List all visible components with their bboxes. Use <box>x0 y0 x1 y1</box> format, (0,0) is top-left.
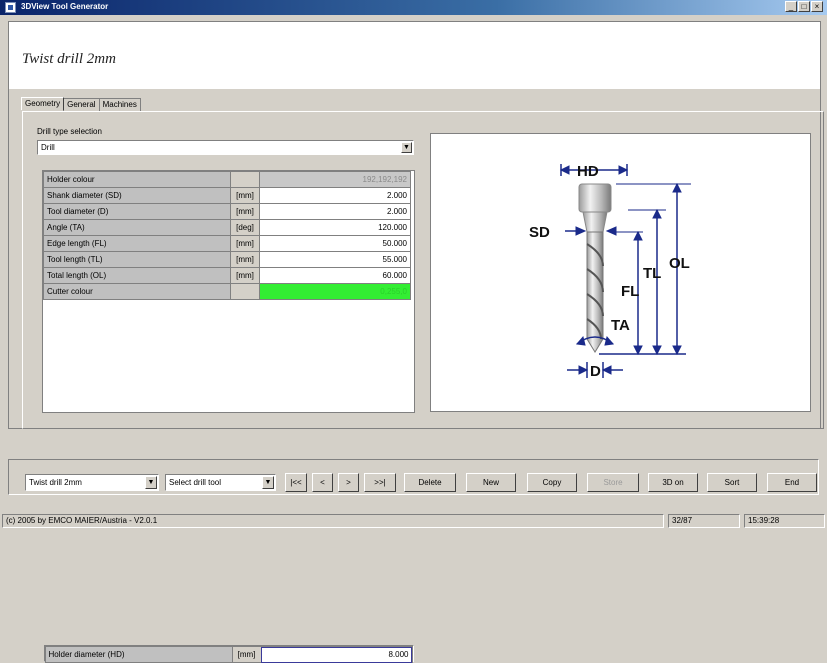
record-counter: 32/87 <box>668 514 740 528</box>
param-value-field[interactable]: 120.000 <box>259 219 411 236</box>
param-value-field[interactable]: 2.000 <box>259 203 411 220</box>
table-row[interactable]: Tool length (TL) [mm] 55.000 <box>43 251 411 268</box>
chevron-down-icon[interactable]: ▼ <box>145 476 157 489</box>
chevron-down-icon[interactable]: ▼ <box>401 142 412 153</box>
param-value-field: 192,192,192 <box>259 171 411 188</box>
label-ta: TA <box>611 317 630 334</box>
param-name: Angle (TA) <box>43 219 231 236</box>
table-row[interactable]: Edge length (FL) [mm] 50.000 <box>43 235 411 252</box>
param-unit: [mm] <box>230 251 260 268</box>
window-controls: _ □ × <box>785 1 823 12</box>
drill-holder <box>578 183 612 213</box>
label-d: D <box>590 363 601 380</box>
param-unit: [mm] <box>231 646 262 663</box>
last-record-button[interactable]: >>| <box>364 473 396 492</box>
copy-button[interactable]: Copy <box>527 473 577 492</box>
param-unit: [deg] <box>230 219 260 236</box>
param-name: Holder diameter (HD) <box>44 646 233 663</box>
end-button[interactable]: End <box>767 473 817 492</box>
drill-tool-select-value: Select drill tool <box>169 478 222 487</box>
param-name: Total length (OL) <box>43 267 231 284</box>
parameter-grid: Holder diameter (HD) [mm] 8.000 Holder colo… <box>42 170 415 663</box>
label-fl: FL <box>621 283 639 300</box>
label-ol: OL <box>669 255 690 272</box>
delete-button[interactable]: Delete <box>404 473 456 492</box>
window-title: 3DView Tool Generator <box>21 2 109 11</box>
param-unit: [mm] <box>230 187 260 204</box>
tab-general[interactable]: General <box>63 98 100 111</box>
param-name: Edge length (FL) <box>43 235 231 252</box>
label-hd: HD <box>577 163 599 180</box>
store-button[interactable]: Store <box>587 473 639 492</box>
app-icon[interactable] <box>5 2 16 13</box>
status-bar: (c) 2005 by EMCO MAIER/Austria - V2.0.1 … <box>0 512 827 530</box>
param-unit <box>230 171 260 188</box>
param-value-field[interactable]: 60.000 <box>259 267 411 284</box>
tool-diagram: HD SD TL OL FL TA D <box>430 133 811 412</box>
drill-type-label: Drill type selection <box>37 127 102 136</box>
table-row[interactable]: Shank diameter (SD) [mm] 2.000 <box>43 187 411 204</box>
drill-type-value: Drill <box>41 143 55 152</box>
table-row[interactable]: Holder diameter (HD) [mm] 8.000 <box>43 645 414 663</box>
tool-title: Twist drill 2mm <box>22 51 116 67</box>
copyright-text: (c) 2005 by EMCO MAIER/Austria - V2.0.1 <box>2 514 664 528</box>
param-value-field[interactable]: 8.000 <box>260 646 413 663</box>
first-record-button[interactable]: |<< <box>285 473 307 492</box>
table-row[interactable]: Total length (OL) [mm] 60.000 <box>43 267 411 284</box>
tool-select-value: Twist drill 2mm <box>29 478 82 487</box>
header-area: Twist drill 2mm <box>9 22 820 89</box>
param-name: Shank diameter (SD) <box>43 187 231 204</box>
sort-button[interactable]: Sort <box>707 473 757 492</box>
drill-diagram-svg: HD SD TL OL FL TA D <box>529 163 691 380</box>
param-unit <box>230 283 260 300</box>
param-name: Tool diameter (D) <box>43 203 231 220</box>
3d-view-button[interactable]: 3D on <box>648 473 698 492</box>
drill-type-select[interactable]: Drill ▼ <box>37 140 414 155</box>
tool-select[interactable]: Twist drill 2mm ▼ <box>25 474 159 491</box>
chevron-down-icon[interactable]: ▼ <box>262 476 274 489</box>
drill-tool-select[interactable]: Select drill tool ▼ <box>165 474 276 491</box>
param-value-field[interactable]: 50.000 <box>259 235 411 252</box>
table-row[interactable]: Tool diameter (D) [mm] 2.000 <box>43 203 411 220</box>
param-value-field[interactable]: 2.000 <box>259 187 411 204</box>
prev-record-button[interactable]: < <box>312 473 333 492</box>
param-unit: [mm] <box>230 267 260 284</box>
param-name: Cutter colour <box>43 283 231 300</box>
param-value-field[interactable]: 0,255,0 <box>259 283 411 300</box>
param-name: Tool length (TL) <box>43 251 231 268</box>
close-button[interactable]: × <box>811 1 823 12</box>
minimize-button[interactable]: _ <box>785 1 797 12</box>
tab-bar: Geometry General Machines <box>21 97 141 111</box>
title-bar: 3DView Tool Generator _ □ × <box>0 0 827 15</box>
param-unit: [mm] <box>230 235 260 252</box>
table-row[interactable]: Angle (TA) [deg] 120.000 <box>43 219 411 236</box>
tab-geometry[interactable]: Geometry <box>21 97 65 110</box>
label-sd: SD <box>529 224 550 241</box>
new-button[interactable]: New <box>466 473 516 492</box>
next-record-button[interactable]: > <box>338 473 359 492</box>
drill-shank <box>582 211 608 233</box>
label-tl: TL <box>643 265 661 282</box>
maximize-button[interactable]: □ <box>798 1 810 12</box>
clock: 15:39:28 <box>744 514 825 528</box>
param-unit: [mm] <box>230 203 260 220</box>
table-row[interactable]: Cutter colour 0,255,0 <box>43 283 411 300</box>
param-name: Holder colour <box>43 171 231 188</box>
table-row[interactable]: Holder colour 192,192,192 <box>43 171 411 188</box>
tab-machines[interactable]: Machines <box>98 98 141 111</box>
param-value-field[interactable]: 55.000 <box>259 251 411 268</box>
